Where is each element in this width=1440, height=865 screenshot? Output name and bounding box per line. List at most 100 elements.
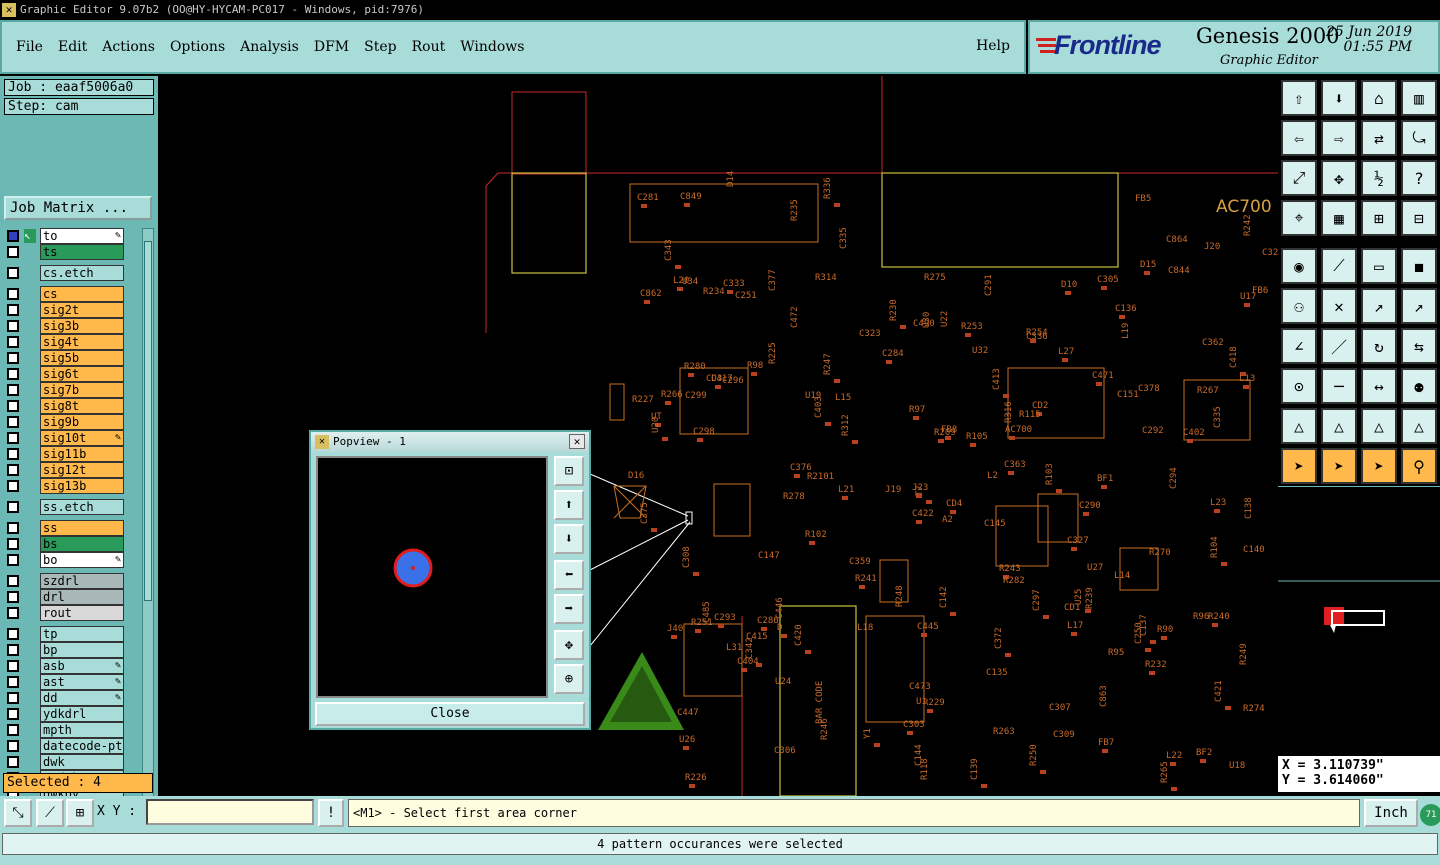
layer-row[interactable]: cs.etch [4, 265, 140, 281]
trace-icon[interactable]: ─ [1321, 368, 1357, 404]
layer-display-checkbox[interactable] [7, 336, 19, 348]
layer-row[interactable]: bp [4, 642, 140, 658]
layer-display-checkbox[interactable] [7, 448, 19, 460]
layer-row[interactable]: bs [4, 536, 140, 552]
layer-name[interactable]: szdrl [40, 573, 124, 589]
layer-name[interactable]: cs [40, 286, 124, 302]
layer-name[interactable]: dd ✎ [40, 690, 124, 706]
layer-name[interactable]: ast ✎ [40, 674, 124, 690]
layer-display-checkbox[interactable] [7, 554, 19, 566]
triangle-d-icon[interactable]: △ [1401, 408, 1437, 444]
layer-name[interactable]: tp [40, 626, 124, 642]
house-icon[interactable]: ⌂ [1361, 80, 1397, 116]
layer-name[interactable]: sig7b [40, 382, 124, 398]
layer-display-checkbox[interactable] [7, 368, 19, 380]
rotate-icon[interactable]: ↻ [1361, 328, 1397, 364]
grid-icon[interactable]: ▦ [1321, 200, 1357, 236]
flip-icon[interactable]: ⇆ [1401, 328, 1437, 364]
work-layer-icon[interactable]: ↖ [24, 229, 36, 243]
layer-name[interactable]: rout [40, 605, 124, 621]
layer-name[interactable]: sig8t [40, 398, 124, 414]
layer-row[interactable]: dd ✎ [4, 690, 140, 706]
popview-up-button[interactable]: ⬆ [554, 490, 584, 520]
fit-icon[interactable]: ⤢ [1281, 160, 1317, 196]
layer-list-scrollbar[interactable] [142, 228, 154, 842]
layer-name[interactable]: sig4t [40, 334, 124, 350]
scale-icon[interactable]: ½ [1361, 160, 1397, 196]
layer-display-checkbox[interactable] [7, 692, 19, 704]
right-icon[interactable]: ⇨ [1321, 120, 1357, 156]
layer-name[interactable]: sig11b [40, 446, 124, 462]
layer-name[interactable]: dwk [40, 754, 124, 770]
popview-center-button[interactable]: ⊕ [554, 664, 584, 694]
layer-display-checkbox[interactable] [7, 708, 19, 720]
triangle-b-icon[interactable]: △ [1321, 408, 1357, 444]
surface-icon[interactable]: ◼ [1401, 248, 1437, 284]
layer-display-checkbox[interactable] [7, 288, 19, 300]
stretch-icon[interactable]: ↔ [1361, 368, 1397, 404]
snap-icon[interactable]: ⊞ [1361, 200, 1397, 236]
layer-row[interactable]: drl [4, 589, 140, 605]
line-icon[interactable]: ⟋ [1321, 248, 1357, 284]
layer-display-checkbox[interactable] [7, 400, 19, 412]
popview-close-icon[interactable]: ✕ [569, 434, 585, 449]
layer-display-checkbox[interactable] [7, 644, 19, 656]
menu-analysis[interactable]: Analysis [240, 39, 299, 55]
layer-row[interactable]: sig10t ✎ [4, 430, 140, 446]
popview-left-button[interactable]: ⬅ [554, 560, 584, 590]
layer-display-checkbox[interactable] [7, 591, 19, 603]
popview-zoom-button[interactable]: ⊡ [554, 456, 584, 486]
window-icon[interactable]: ▥ [1401, 80, 1437, 116]
layer-display-checkbox[interactable] [7, 384, 19, 396]
popview-down-button[interactable]: ⬇ [554, 524, 584, 554]
menu-windows[interactable]: Windows [460, 39, 524, 55]
layer-row[interactable]: tp [4, 626, 140, 642]
layer-display-checkbox[interactable] [7, 320, 19, 332]
layer-name[interactable]: asb ✎ [40, 658, 124, 674]
layer-row[interactable]: ↖ to ✎ [4, 228, 140, 244]
menu-rout[interactable]: Rout [412, 39, 446, 55]
help-icon[interactable]: ? [1401, 160, 1437, 196]
layer-row[interactable]: ydkdrl [4, 706, 140, 722]
layer-name[interactable]: datecode-pt [40, 738, 124, 754]
layer-name[interactable]: to ✎ [40, 228, 124, 244]
triangle-c-icon[interactable]: △ [1361, 408, 1397, 444]
connect-icon[interactable]: ⚇ [1281, 288, 1317, 324]
layer-display-checkbox[interactable] [7, 464, 19, 476]
layer-name[interactable]: ss [40, 520, 124, 536]
layer-row[interactable]: dwk [4, 754, 140, 770]
layer-name[interactable]: mpth [40, 722, 124, 738]
layer-display-checkbox[interactable] [7, 501, 19, 513]
layer-row[interactable]: datecode-pt [4, 738, 140, 754]
layer-row[interactable]: sig8t [4, 398, 140, 414]
layer-name[interactable]: ts [40, 244, 124, 260]
layer-name[interactable]: sig12t [40, 462, 124, 478]
measure-icon[interactable]: ▭ [1361, 248, 1397, 284]
layer-row[interactable]: ss.etch [4, 499, 140, 515]
layer-name[interactable]: drl [40, 589, 124, 605]
pad-icon[interactable]: ◉ [1281, 248, 1317, 284]
popview-canvas[interactable] [316, 456, 548, 698]
menu-options[interactable]: Options [170, 39, 225, 55]
add-line-icon[interactable]: ↗ [1401, 288, 1437, 324]
job-matrix-button[interactable]: Job Matrix ... [4, 196, 152, 220]
layer-display-checkbox[interactable] [7, 740, 19, 752]
snap-alt-icon[interactable]: ⊟ [1401, 200, 1437, 236]
slash-icon[interactable]: ／ [1321, 328, 1357, 364]
layer-row[interactable]: sig2t [4, 302, 140, 318]
select-area-icon[interactable]: ➤ [1321, 448, 1357, 484]
layer-name[interactable]: sig2t [40, 302, 124, 318]
layer-row[interactable]: ss [4, 520, 140, 536]
layer-row[interactable]: sig12t [4, 462, 140, 478]
layer-name[interactable]: cs.etch [40, 265, 124, 281]
layer-row[interactable]: sig6t [4, 366, 140, 382]
layer-display-checkbox[interactable] [7, 352, 19, 364]
overview-map[interactable] [1278, 486, 1440, 746]
layer-name[interactable]: sig9b [40, 414, 124, 430]
menu-actions[interactable]: Actions [102, 39, 155, 55]
zoom-area-button[interactable]: ⤡ [4, 799, 32, 827]
layer-display-checkbox[interactable] [7, 660, 19, 672]
layer-display-checkbox[interactable] [7, 522, 19, 534]
angle-icon[interactable]: ∠ [1281, 328, 1317, 364]
layer-name[interactable]: ss.etch [40, 499, 124, 515]
